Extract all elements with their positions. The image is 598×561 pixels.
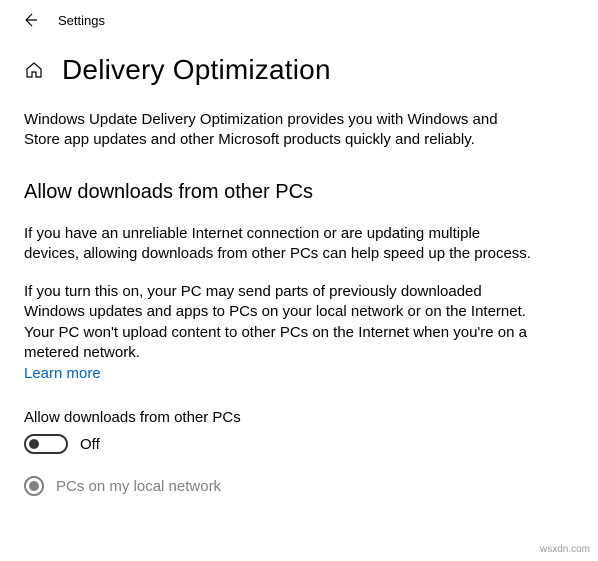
- section-paragraph-2: If you turn this on, your PC may send pa…: [24, 282, 536, 363]
- radio-local-network: [24, 476, 44, 496]
- toggle-label: Allow downloads from other PCs: [24, 409, 536, 426]
- radio-dot: [29, 481, 39, 491]
- allow-downloads-toggle[interactable]: [24, 434, 68, 454]
- toggle-state: Off: [80, 436, 100, 453]
- section-heading: Allow downloads from other PCs: [24, 181, 536, 204]
- arrow-left-icon: [22, 12, 38, 28]
- section-paragraph-1: If you have an unreliable Internet conne…: [24, 224, 536, 265]
- toggle-knob: [29, 439, 39, 449]
- home-icon[interactable]: [24, 60, 44, 80]
- learn-more-link[interactable]: Learn more: [24, 365, 101, 382]
- page-title: Delivery Optimization: [62, 54, 331, 86]
- back-button[interactable]: [20, 10, 40, 30]
- page-description: Windows Update Delivery Optimization pro…: [24, 110, 536, 151]
- app-title: Settings: [58, 13, 105, 28]
- radio-label-local-network: PCs on my local network: [56, 478, 221, 495]
- watermark: wsxdn.com: [540, 544, 590, 555]
